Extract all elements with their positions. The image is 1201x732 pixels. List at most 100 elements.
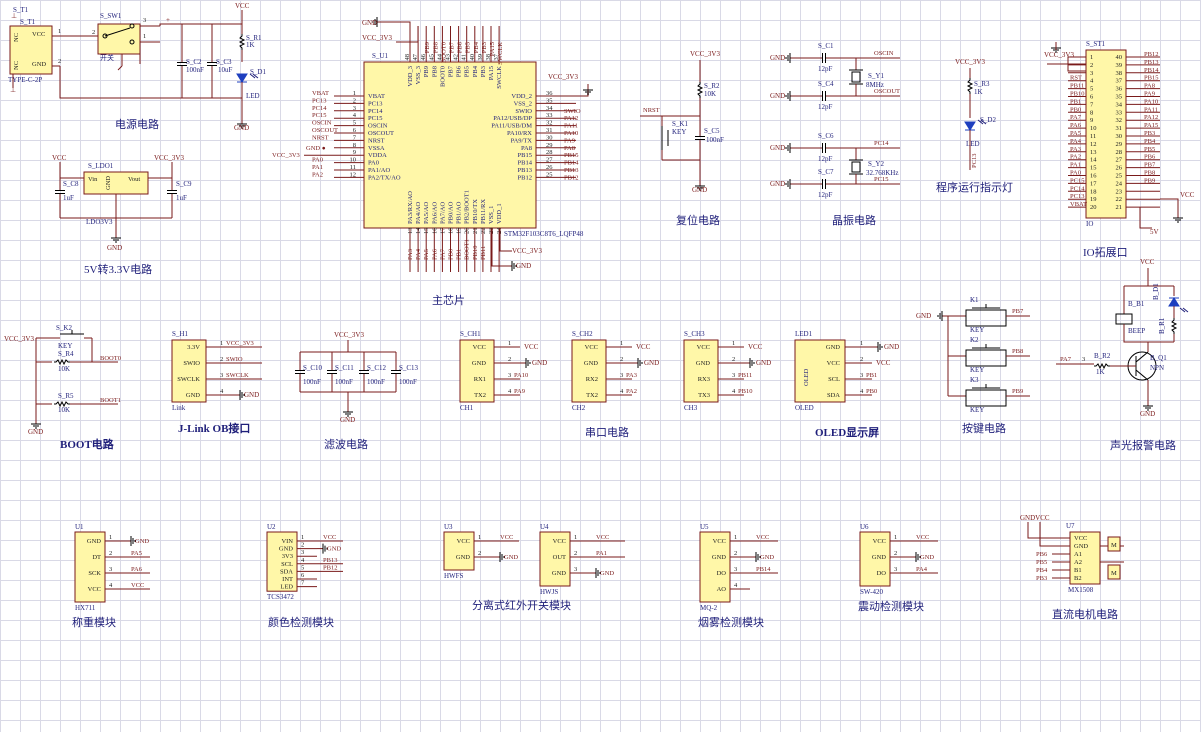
net-label: VCC xyxy=(323,534,336,541)
pin-number: 12 xyxy=(1090,141,1097,148)
net-label: PC14 xyxy=(312,105,327,112)
gnd-label: GND xyxy=(692,186,707,194)
net-label: GND xyxy=(327,546,341,553)
key-ref: K2 xyxy=(970,336,979,344)
pin-number: 2 xyxy=(1090,62,1093,69)
pin-name: TX3 xyxy=(698,392,710,399)
resistor xyxy=(54,358,70,366)
pin-number: 14 xyxy=(1090,157,1097,164)
net-label: PA1 xyxy=(1070,162,1081,169)
res-value: 1K xyxy=(974,88,983,96)
pin-number: 2 xyxy=(732,356,735,363)
module-pin-name: GND xyxy=(279,546,293,553)
pin-number: 5 xyxy=(353,120,356,127)
wire xyxy=(1139,207,1152,229)
pin-name: NC xyxy=(13,33,20,42)
transistor xyxy=(1135,351,1149,363)
gnd-label: GND xyxy=(770,92,785,100)
pin-number: 1 xyxy=(143,33,146,40)
module-pin-name: VCC xyxy=(553,538,566,545)
pin-number: 11 xyxy=(350,164,356,171)
pin-name: VCC xyxy=(697,344,710,351)
cap-ref: S_C3 xyxy=(216,58,232,66)
net-label: PB0 xyxy=(448,249,455,260)
net-label: GND xyxy=(135,538,149,545)
net-label: VCC xyxy=(916,534,929,541)
net-label: SWCLK xyxy=(226,372,249,379)
pin-number: 22 xyxy=(1116,196,1123,203)
net-label: PB13 xyxy=(1144,59,1158,66)
pin-number: 18 xyxy=(448,228,455,235)
mcu-pin-name: PA15 xyxy=(488,66,495,80)
driver-ref: U7 xyxy=(1066,522,1075,530)
header-part: IO xyxy=(1086,220,1093,228)
key-value: KEY xyxy=(970,366,984,374)
cap-ref: S_C6 xyxy=(818,132,834,140)
pin-name: SCL xyxy=(828,376,840,383)
net-label: PA11 xyxy=(1144,106,1158,113)
net-label: PA0 xyxy=(1070,170,1081,177)
net-label: PB14 xyxy=(1144,67,1159,74)
module-pin-name: GND xyxy=(87,538,101,545)
module-ref: U5 xyxy=(700,523,709,531)
pin-number: 13 xyxy=(1090,149,1097,156)
pin-number: 3 xyxy=(508,372,511,379)
gnd-label: GND xyxy=(362,19,377,27)
pin-number: 2 xyxy=(574,550,577,557)
pin-number: 28 xyxy=(546,149,553,156)
cap-ref: S_C4 xyxy=(818,80,834,88)
net-label: PB5 xyxy=(1144,146,1155,153)
net-label: PA3 xyxy=(626,372,637,379)
net-label: PA6 xyxy=(131,566,143,573)
v33-label: VCC_3V3 xyxy=(334,331,364,339)
switch-ref: S_SW1 xyxy=(100,12,122,20)
pin-name: RX1 xyxy=(474,376,486,383)
pin-name: GND xyxy=(826,344,840,351)
cap-value: 12pF xyxy=(818,191,833,199)
section-title: 直流电机电路 xyxy=(1052,607,1118,621)
mcu-ref: S_U1 xyxy=(372,52,388,60)
crystal-value: 32.768KHz xyxy=(866,169,898,177)
pin-number: 31 xyxy=(546,127,553,134)
net-label: VCC xyxy=(756,534,769,541)
pin-number: 16 xyxy=(431,227,438,234)
mcu-pin-name: BOOT0 xyxy=(439,66,446,87)
section-title: 程序运行指示灯 xyxy=(936,180,1013,194)
mcu-pin-name: PA5/AO xyxy=(423,202,430,224)
section-title: 主芯片 xyxy=(432,293,465,307)
pin-number: 2 xyxy=(109,550,112,557)
pin-number: 10 xyxy=(350,157,357,164)
section-title: 晶振电路 xyxy=(832,213,876,227)
gnd-label: GND xyxy=(770,54,785,62)
module-ref: U2 xyxy=(267,523,276,531)
wire xyxy=(1160,198,1179,212)
uart-circuits: S_CH1CH1VCC1 VCCGND2 GNDRX13 PA10TX24 PA9S_C… xyxy=(459,330,771,439)
gnd-label: GND xyxy=(770,180,785,188)
gnd-label: GND xyxy=(28,428,43,436)
gnd-label: GND xyxy=(770,144,785,152)
pin-number: 47 xyxy=(412,53,419,60)
polarity: + xyxy=(166,16,170,24)
net-label: PB12 xyxy=(323,564,337,571)
net-label: PB0 xyxy=(1070,106,1081,113)
cap-ref: S_C11 xyxy=(335,364,354,372)
net-label: PB0 xyxy=(866,388,877,395)
res-ref: S_R2 xyxy=(704,82,720,90)
module-pin-name: VCC xyxy=(88,586,101,593)
module-pin-name: SCL xyxy=(281,561,293,568)
section-title: IO拓展口 xyxy=(1083,245,1128,259)
pin-name: 3.3V xyxy=(187,344,200,351)
net-label: VBAT xyxy=(312,90,329,97)
cap-ref: S_C7 xyxy=(818,168,834,176)
net-label: PC13 xyxy=(312,97,326,104)
vcc-label: VCC xyxy=(235,2,250,10)
pin-number: 35 xyxy=(546,97,553,104)
switch-label: 开关 xyxy=(100,53,114,62)
key-ref: S_K1 xyxy=(672,120,688,128)
mcu-pin-name: PA3/RX/AO xyxy=(407,191,414,224)
pin-number: 2 xyxy=(620,356,623,363)
wire xyxy=(117,65,123,71)
pin-name: Vin xyxy=(88,176,98,183)
pin-number: 7 xyxy=(301,580,305,587)
oled-part: OLED xyxy=(795,404,814,412)
